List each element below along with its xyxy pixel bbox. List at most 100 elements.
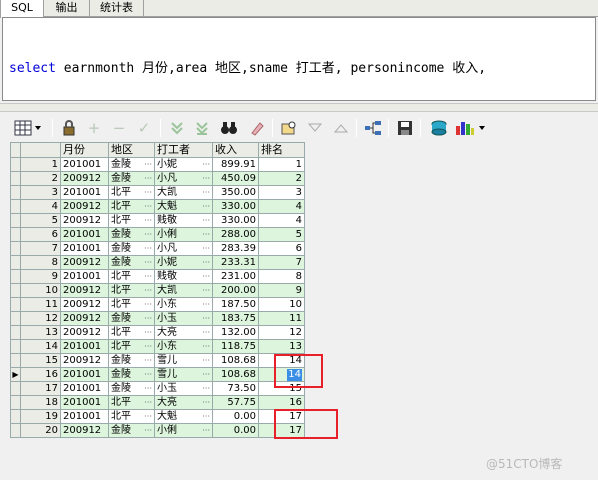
row-number[interactable]: 9 (20, 269, 61, 284)
cell-month[interactable]: 200912 (60, 423, 109, 438)
cell-worker[interactable]: ··· 小妮 (154, 157, 213, 172)
query-by-example-icon[interactable] (278, 117, 300, 139)
column-header-income[interactable]: 收入 (212, 142, 259, 158)
cell-area[interactable]: ··· 金陵 (108, 227, 155, 242)
cell-area[interactable]: ··· 北平 (108, 269, 155, 284)
cell-income[interactable]: 288.00 (212, 227, 259, 242)
cell-area[interactable]: ··· 金陵 (108, 353, 155, 368)
cell-month[interactable]: 200912 (60, 311, 109, 326)
row-indicator[interactable]: ▶ (10, 367, 21, 382)
cell-worker[interactable]: ··· 小东 (154, 297, 213, 312)
row-number[interactable]: 8 (20, 255, 61, 270)
cell-worker[interactable]: ··· 大亮 (154, 395, 213, 410)
cell-rank[interactable]: 3 (258, 185, 305, 200)
row-number[interactable]: 2 (20, 171, 61, 186)
cell-income[interactable]: 187.50 (212, 297, 259, 312)
cell-income[interactable]: 899.91 (212, 157, 259, 172)
fetch-all-icon[interactable] (191, 117, 213, 139)
cell-worker[interactable]: ··· 小东 (154, 339, 213, 354)
column-header-month[interactable]: 月份 (60, 142, 109, 158)
cell-income[interactable]: 330.00 (212, 199, 259, 214)
row-indicator[interactable] (10, 283, 21, 298)
cell-worker[interactable]: ··· 小妮 (154, 255, 213, 270)
cell-ellipsis-button[interactable]: ··· (202, 313, 210, 325)
row-number[interactable]: 6 (20, 227, 61, 242)
cell-area[interactable]: ··· 北平 (108, 213, 155, 228)
cell-worker[interactable]: ··· 大魁 (154, 199, 213, 214)
column-header-area[interactable]: 地区 (108, 142, 155, 158)
table-row[interactable]: 13 200912 ··· 北平 ··· 大亮 132.00 12 (10, 325, 305, 340)
table-row[interactable]: 18 201001 ··· 北平 ··· 大亮 57.75 16 (10, 395, 305, 410)
cell-area[interactable]: ··· 金陵 (108, 311, 155, 326)
clear-icon[interactable] (246, 117, 268, 139)
row-indicator[interactable] (10, 171, 21, 186)
cell-ellipsis-button[interactable]: ··· (202, 243, 210, 255)
row-number[interactable]: 4 (20, 199, 61, 214)
cell-rank[interactable]: 16 (258, 395, 305, 410)
row-number[interactable]: 14 (20, 339, 61, 354)
cell-ellipsis-button[interactable]: ··· (202, 341, 210, 353)
table-row[interactable]: 17 201001 ··· 金陵 ··· 小玉 73.50 15 (10, 381, 305, 396)
table-row[interactable]: 10 200912 ··· 北平 ··· 大凯 200.00 9 (10, 283, 305, 298)
cell-ellipsis-button[interactable]: ··· (144, 383, 152, 395)
row-number[interactable]: 3 (20, 185, 61, 200)
cell-ellipsis-button[interactable]: ··· (144, 341, 152, 353)
sql-editor[interactable]: select earnmonth 月份,area 地区,sname 打工者, p… (2, 17, 596, 190)
column-header-worker[interactable]: 打工者 (154, 142, 213, 158)
cell-month[interactable]: 201001 (60, 227, 109, 242)
cell-worker[interactable]: ··· 小凡 (154, 171, 213, 186)
cell-month[interactable]: 201001 (60, 409, 109, 424)
cell-income[interactable]: 132.00 (212, 325, 259, 340)
cell-rank[interactable]: 2 (258, 171, 305, 186)
cell-month[interactable]: 200912 (60, 213, 109, 228)
cell-ellipsis-button[interactable]: ··· (202, 285, 210, 297)
row-number[interactable]: 15 (20, 353, 61, 368)
cell-area[interactable]: ··· 金陵 (108, 255, 155, 270)
cell-ellipsis-button[interactable]: ··· (202, 411, 210, 423)
cell-area[interactable]: ··· 北平 (108, 395, 155, 410)
post-icon[interactable]: ✓ (133, 117, 155, 139)
cell-income[interactable]: 0.00 (212, 409, 259, 424)
cell-rank[interactable]: 7 (258, 255, 305, 270)
row-number[interactable]: 5 (20, 213, 61, 228)
splitter[interactable] (0, 103, 598, 112)
cell-ellipsis-button[interactable]: ··· (144, 215, 152, 227)
row-number[interactable]: 19 (20, 409, 61, 424)
table-row[interactable]: 15 200912 ··· 金陵 ··· 雪儿 108.68 14 (10, 353, 305, 368)
row-indicator[interactable] (10, 297, 21, 312)
cell-ellipsis-button[interactable]: ··· (144, 257, 152, 269)
row-number[interactable]: 18 (20, 395, 61, 410)
cell-month[interactable]: 200912 (60, 283, 109, 298)
table-row[interactable]: ▶ 16 201001 ··· 金陵 ··· 雪儿 108.68 14 (10, 367, 305, 382)
cell-area[interactable]: ··· 北平 (108, 409, 155, 424)
cell-month[interactable]: 201001 (60, 241, 109, 256)
add-row-icon[interactable]: + (83, 117, 105, 139)
cell-month[interactable]: 200912 (60, 255, 109, 270)
row-indicator[interactable] (10, 199, 21, 214)
cell-month[interactable]: 201001 (60, 185, 109, 200)
cell-month[interactable]: 200912 (60, 353, 109, 368)
cell-ellipsis-button[interactable]: ··· (202, 159, 210, 171)
cell-worker[interactable]: ··· 雪儿 (154, 367, 213, 382)
chart-icon[interactable] (454, 117, 490, 139)
cell-ellipsis-button[interactable]: ··· (144, 313, 152, 325)
cell-month[interactable]: 201001 (60, 339, 109, 354)
sort-down-icon[interactable] (304, 117, 326, 139)
cell-ellipsis-button[interactable]: ··· (202, 271, 210, 283)
cell-area[interactable]: ··· 北平 (108, 199, 155, 214)
cell-month[interactable]: 201001 (60, 367, 109, 382)
table-row[interactable]: 14 201001 ··· 北平 ··· 小东 118.75 13 (10, 339, 305, 354)
cell-month[interactable]: 200912 (60, 171, 109, 186)
cell-area[interactable]: ··· 金陵 (108, 423, 155, 438)
table-row[interactable]: 6 201001 ··· 金陵 ··· 小俐 288.00 5 (10, 227, 305, 242)
row-indicator[interactable] (10, 157, 21, 172)
grid-layout-icon[interactable] (12, 117, 46, 139)
cell-area[interactable]: ··· 北平 (108, 297, 155, 312)
cell-area[interactable]: ··· 金陵 (108, 381, 155, 396)
sort-up-icon[interactable] (330, 117, 352, 139)
cell-rank[interactable]: 1 (258, 157, 305, 172)
row-number[interactable]: 7 (20, 241, 61, 256)
cell-ellipsis-button[interactable]: ··· (144, 229, 152, 241)
row-number[interactable]: 17 (20, 381, 61, 396)
row-number[interactable]: 13 (20, 325, 61, 340)
